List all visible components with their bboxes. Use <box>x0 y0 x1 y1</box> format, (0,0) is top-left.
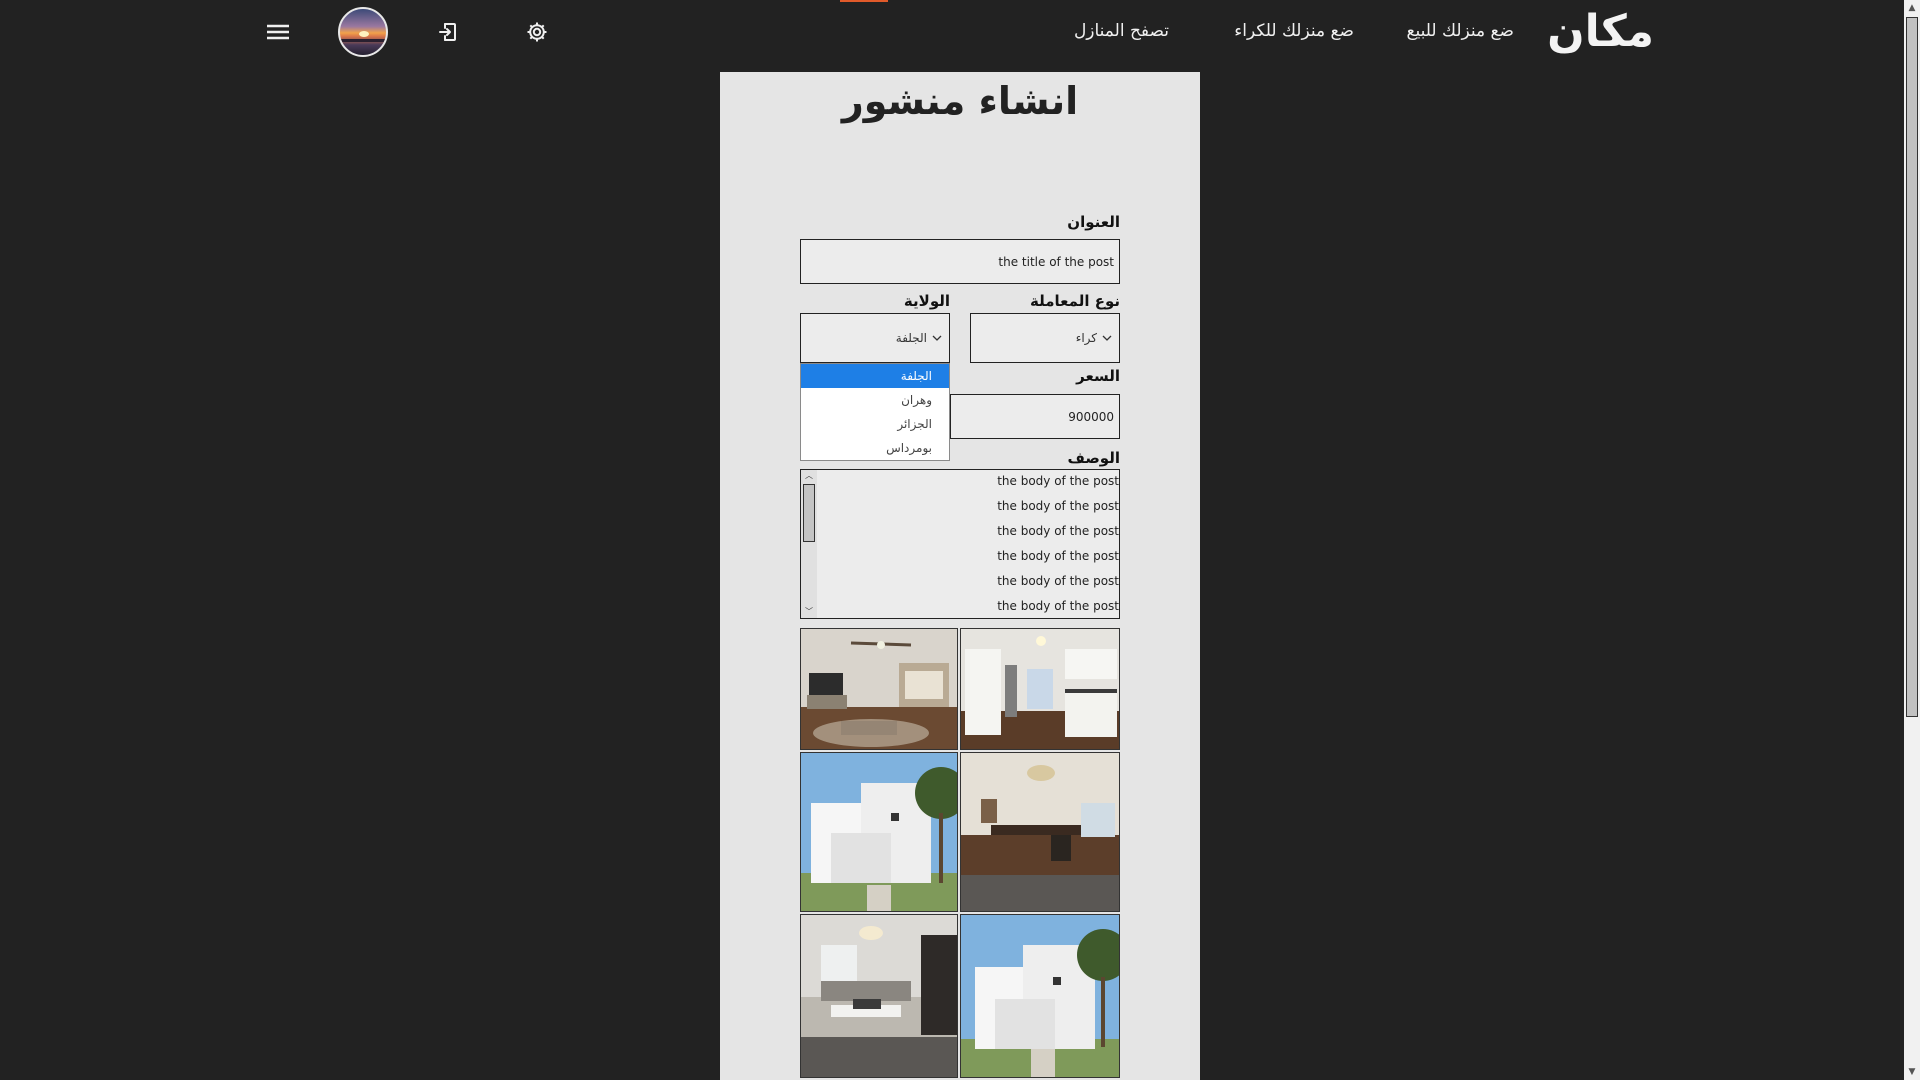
textarea-scroll-down-icon[interactable]: ﹀ <box>801 606 817 618</box>
state-option-boumerdes[interactable]: بومرداس <box>801 436 949 460</box>
lounge-photo[interactable] <box>800 914 958 1078</box>
page-scrollbar[interactable]: ▲ ▼ <box>1904 0 1920 1080</box>
kitchen-photo[interactable] <box>960 628 1120 750</box>
nav-rent-house-link[interactable]: ضع منزلك للكراء <box>1234 18 1354 44</box>
textarea-scrollbar[interactable]: ︿ ﹀ <box>801 470 817 618</box>
scroll-up-arrow-icon[interactable]: ▲ <box>1904 0 1920 16</box>
description-label: الوصف <box>1067 449 1120 467</box>
page-title: انشاء منشور <box>841 79 1079 123</box>
description-line: the body of the post <box>997 499 1119 513</box>
state-option-algiers[interactable]: الجزائر <box>801 412 949 436</box>
textarea-scroll-thumb[interactable] <box>803 484 815 542</box>
description-line: the body of the post <box>997 549 1119 563</box>
dining-room-photo[interactable] <box>960 752 1120 912</box>
state-label: الولاية <box>903 292 950 310</box>
uploaded-images-grid <box>800 628 1120 1080</box>
description-line: the body of the post <box>997 574 1119 588</box>
title-input[interactable] <box>800 239 1120 284</box>
hamburger-menu-icon <box>267 24 289 40</box>
transaction-type-select[interactable]: كراء <box>970 313 1120 363</box>
logout-icon <box>439 23 456 41</box>
active-nav-indicator <box>840 0 888 2</box>
menu-button[interactable] <box>260 14 296 50</box>
state-value: الجلفة <box>895 331 927 345</box>
title-label: العنوان <box>1067 213 1120 231</box>
scroll-down-arrow-icon[interactable]: ▼ <box>1904 1064 1920 1080</box>
house-exterior-photo[interactable] <box>960 914 1120 1078</box>
transaction-type-label: نوع المعاملة <box>1030 292 1120 310</box>
settings-gear-icon <box>527 22 547 42</box>
chevron-down-icon <box>1102 335 1112 341</box>
state-dropdown-list: الجلفة وهران الجزائر بومرداس <box>800 363 950 461</box>
state-option-djelfa[interactable]: الجلفة <box>801 364 949 388</box>
price-label: السعر <box>1076 367 1120 385</box>
create-post-card: انشاء منشور العنوان نوع المعاملة كراء ال… <box>720 72 1200 1080</box>
description-line: the body of the post <box>997 474 1119 488</box>
site-logo[interactable]: مكان <box>1547 4 1654 60</box>
transaction-type-value: كراء <box>1075 331 1097 345</box>
state-option-oran[interactable]: وهران <box>801 388 949 412</box>
nav-sell-house-link[interactable]: ضع منزلك للبيع <box>1406 18 1514 44</box>
description-textarea[interactable]: the body of the post the body of the pos… <box>800 469 1120 619</box>
price-input[interactable] <box>950 394 1120 439</box>
settings-button[interactable] <box>519 14 555 50</box>
house-exterior-photo[interactable] <box>800 752 958 912</box>
user-avatar[interactable] <box>338 7 388 57</box>
top-navigation-bar: مكان ضع منزلك للبيع ضع منزلك للكراء تصفح… <box>0 0 1904 64</box>
logout-button[interactable] <box>430 14 466 50</box>
state-select[interactable]: الجلفة <box>800 313 950 363</box>
chevron-down-icon <box>932 335 942 341</box>
description-line: the body of the post <box>997 599 1119 613</box>
description-line: the body of the post <box>997 524 1119 538</box>
avatar-horizon <box>340 39 386 42</box>
scrollbar-thumb[interactable] <box>1906 17 1918 717</box>
avatar-sunset-sun <box>359 31 369 37</box>
nav-browse-houses-link[interactable]: تصفح المنازل <box>1074 18 1169 44</box>
textarea-scroll-up-icon[interactable]: ︿ <box>801 470 817 482</box>
living-room-photo[interactable] <box>800 628 958 750</box>
